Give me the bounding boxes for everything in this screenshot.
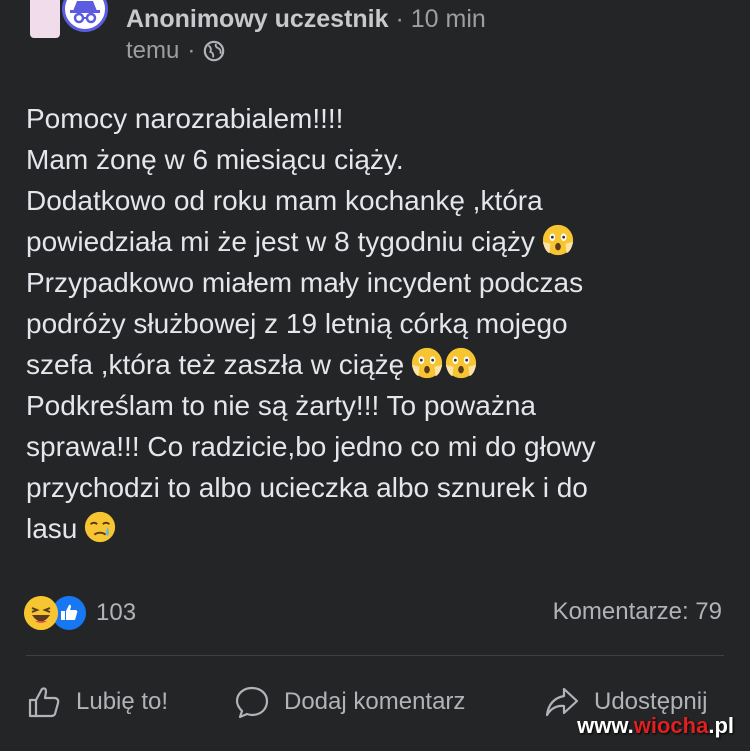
post-line-text: lasu	[26, 513, 78, 544]
time-line: temu ·	[126, 36, 225, 66]
post-time[interactable]: 10 min	[411, 5, 486, 33]
post-line-text: szefa ,która też zaszła w ciążę	[26, 349, 405, 380]
divider	[26, 655, 724, 656]
post-time-suffix[interactable]: temu	[126, 36, 179, 66]
screaming-face-emoji-icon	[446, 347, 477, 379]
anonymous-avatar-icon	[62, 0, 108, 32]
watermark: www.wiocha.pl	[577, 713, 734, 739]
post-line-text: powiedziała mi że jest w 8 tygodniu ciąż…	[26, 226, 535, 257]
post-line: szefa ,która też zaszła w ciążę	[26, 344, 726, 385]
post-line: Podkreślam to nie są żarty!!! To poważna	[26, 385, 726, 426]
watermark-brand: wiocha	[633, 713, 709, 738]
post-text: Pomocy narozrabialem!!!! Mam żonę w 6 mi…	[26, 98, 726, 549]
post-line-text: Dodatkowo od roku mam kochankę ,która	[26, 185, 543, 216]
share-arrow-icon	[545, 687, 579, 717]
author-name[interactable]: Anonimowy uczestnik	[126, 5, 389, 33]
post-line: powiedziała mi że jest w 8 tygodniu ciąż…	[26, 221, 726, 262]
crying-face-emoji-icon	[85, 511, 116, 543]
post-line: Pomocy narozrabialem!!!!	[26, 98, 726, 139]
post-line: przychodzi to albo ucieczka albo sznurek…	[26, 467, 726, 508]
post-line: Dodatkowo od roku mam kochankę ,która	[26, 180, 726, 221]
meta-separator: ·	[395, 5, 404, 33]
author-line: Anonimowy uczestnik · 10 min	[126, 4, 486, 34]
post-card: Anonimowy uczestnik · 10 min temu · Pomo…	[0, 0, 750, 751]
comment-bubble-icon	[235, 686, 269, 719]
share-label: Udostępnij	[594, 688, 708, 715]
time-separator: ·	[187, 37, 196, 64]
screaming-face-emoji-icon	[542, 224, 574, 256]
avatar[interactable]	[30, 0, 114, 40]
screaming-face-emoji-icon	[412, 347, 443, 379]
thumbs-up-icon	[28, 687, 60, 718]
post-line-text: Podkreślam to nie są żarty!!! To poważna	[26, 390, 536, 421]
comment-label: Dodaj komentarz	[284, 688, 466, 715]
like-button[interactable]: Lubię to!	[26, 682, 168, 722]
post-line: Mam żonę w 6 miesiącu ciąży.	[26, 139, 726, 180]
reaction-count: 103	[96, 599, 137, 626]
post-line: Przypadkowo miałem mały incydent podczas	[26, 262, 726, 303]
post-line-text: Przypadkowo miałem mały incydent podczas	[26, 267, 584, 298]
post-line: podróży służbowej z 19 letnią córką moje…	[26, 303, 726, 344]
like-label: Lubię to!	[76, 688, 169, 715]
post-line-text: sprawa!!! Co radzicie,bo jedno co mi do …	[26, 431, 596, 462]
haha-reaction-icon	[24, 596, 58, 630]
avatar-background	[30, 0, 60, 38]
post-line-text: podróży służbowej z 19 letnią córką moje…	[26, 308, 568, 339]
post-line-text: przychodzi to albo ucieczka albo sznurek…	[26, 472, 588, 503]
watermark-prefix: www.	[577, 713, 634, 738]
post-line-text: Mam żonę w 6 miesiącu ciąży.	[26, 144, 404, 175]
comment-button[interactable]: Dodaj komentarz	[234, 682, 465, 722]
reactions-summary[interactable]: 103	[24, 594, 137, 632]
post-line: sprawa!!! Co radzicie,bo jedno co mi do …	[26, 426, 726, 467]
post-line-text: Pomocy narozrabialem!!!!	[26, 103, 344, 134]
globe-icon[interactable]	[203, 40, 225, 62]
post-line: lasu	[26, 508, 726, 549]
comments-count[interactable]: Komentarze: 79	[553, 598, 722, 626]
watermark-suffix: .pl	[708, 713, 734, 738]
